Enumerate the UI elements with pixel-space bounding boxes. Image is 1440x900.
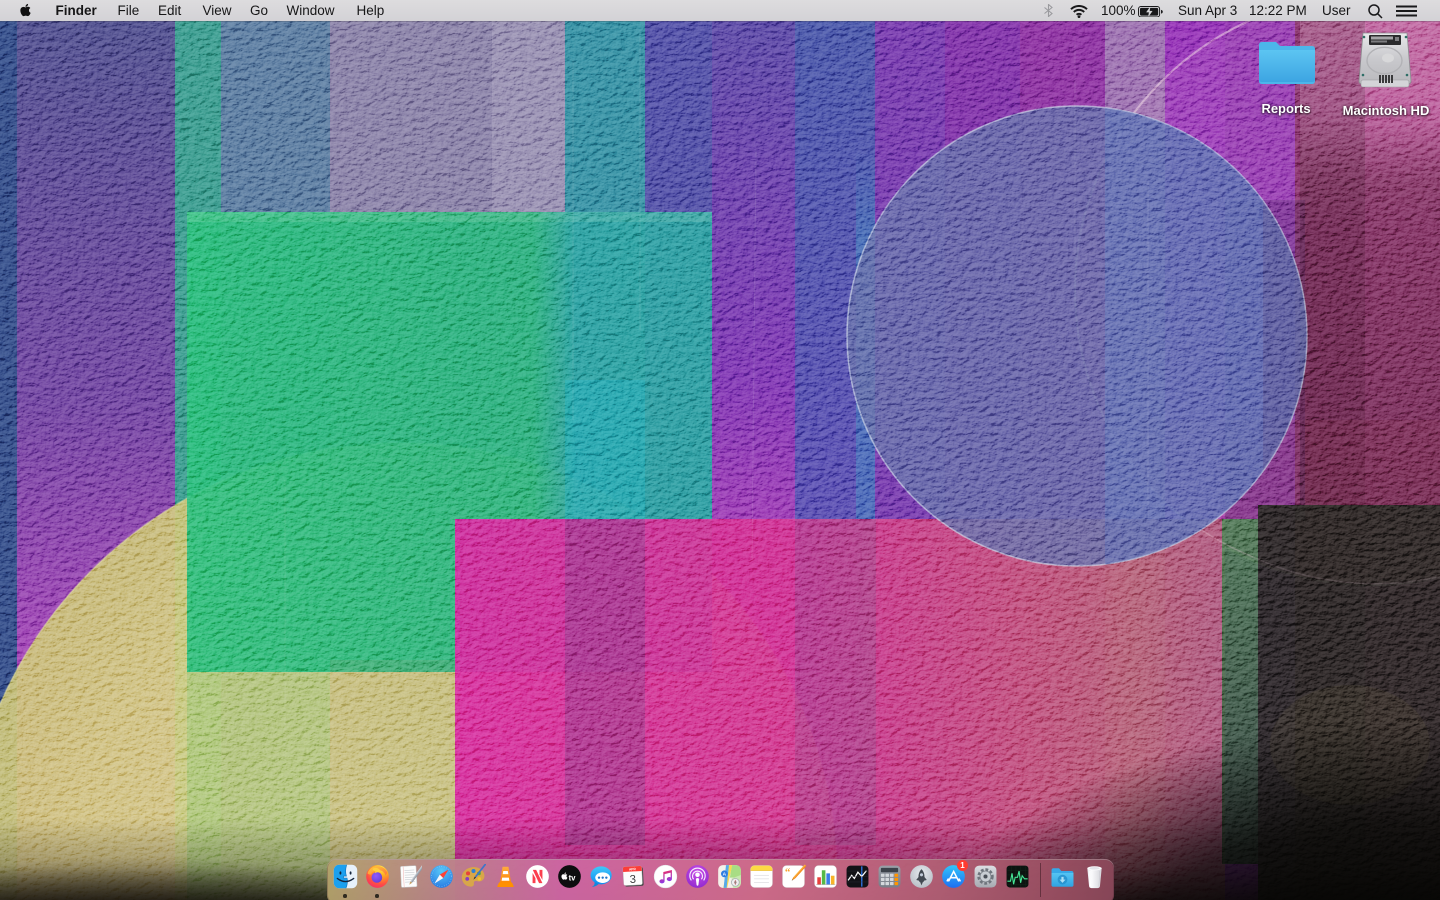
svg-text:“: “ [784,867,790,879]
svg-text:A: A [722,872,726,878]
svg-text:3: 3 [629,874,636,886]
svg-text:APR: APR [628,867,636,871]
svg-text:tv: tv [568,873,576,882]
